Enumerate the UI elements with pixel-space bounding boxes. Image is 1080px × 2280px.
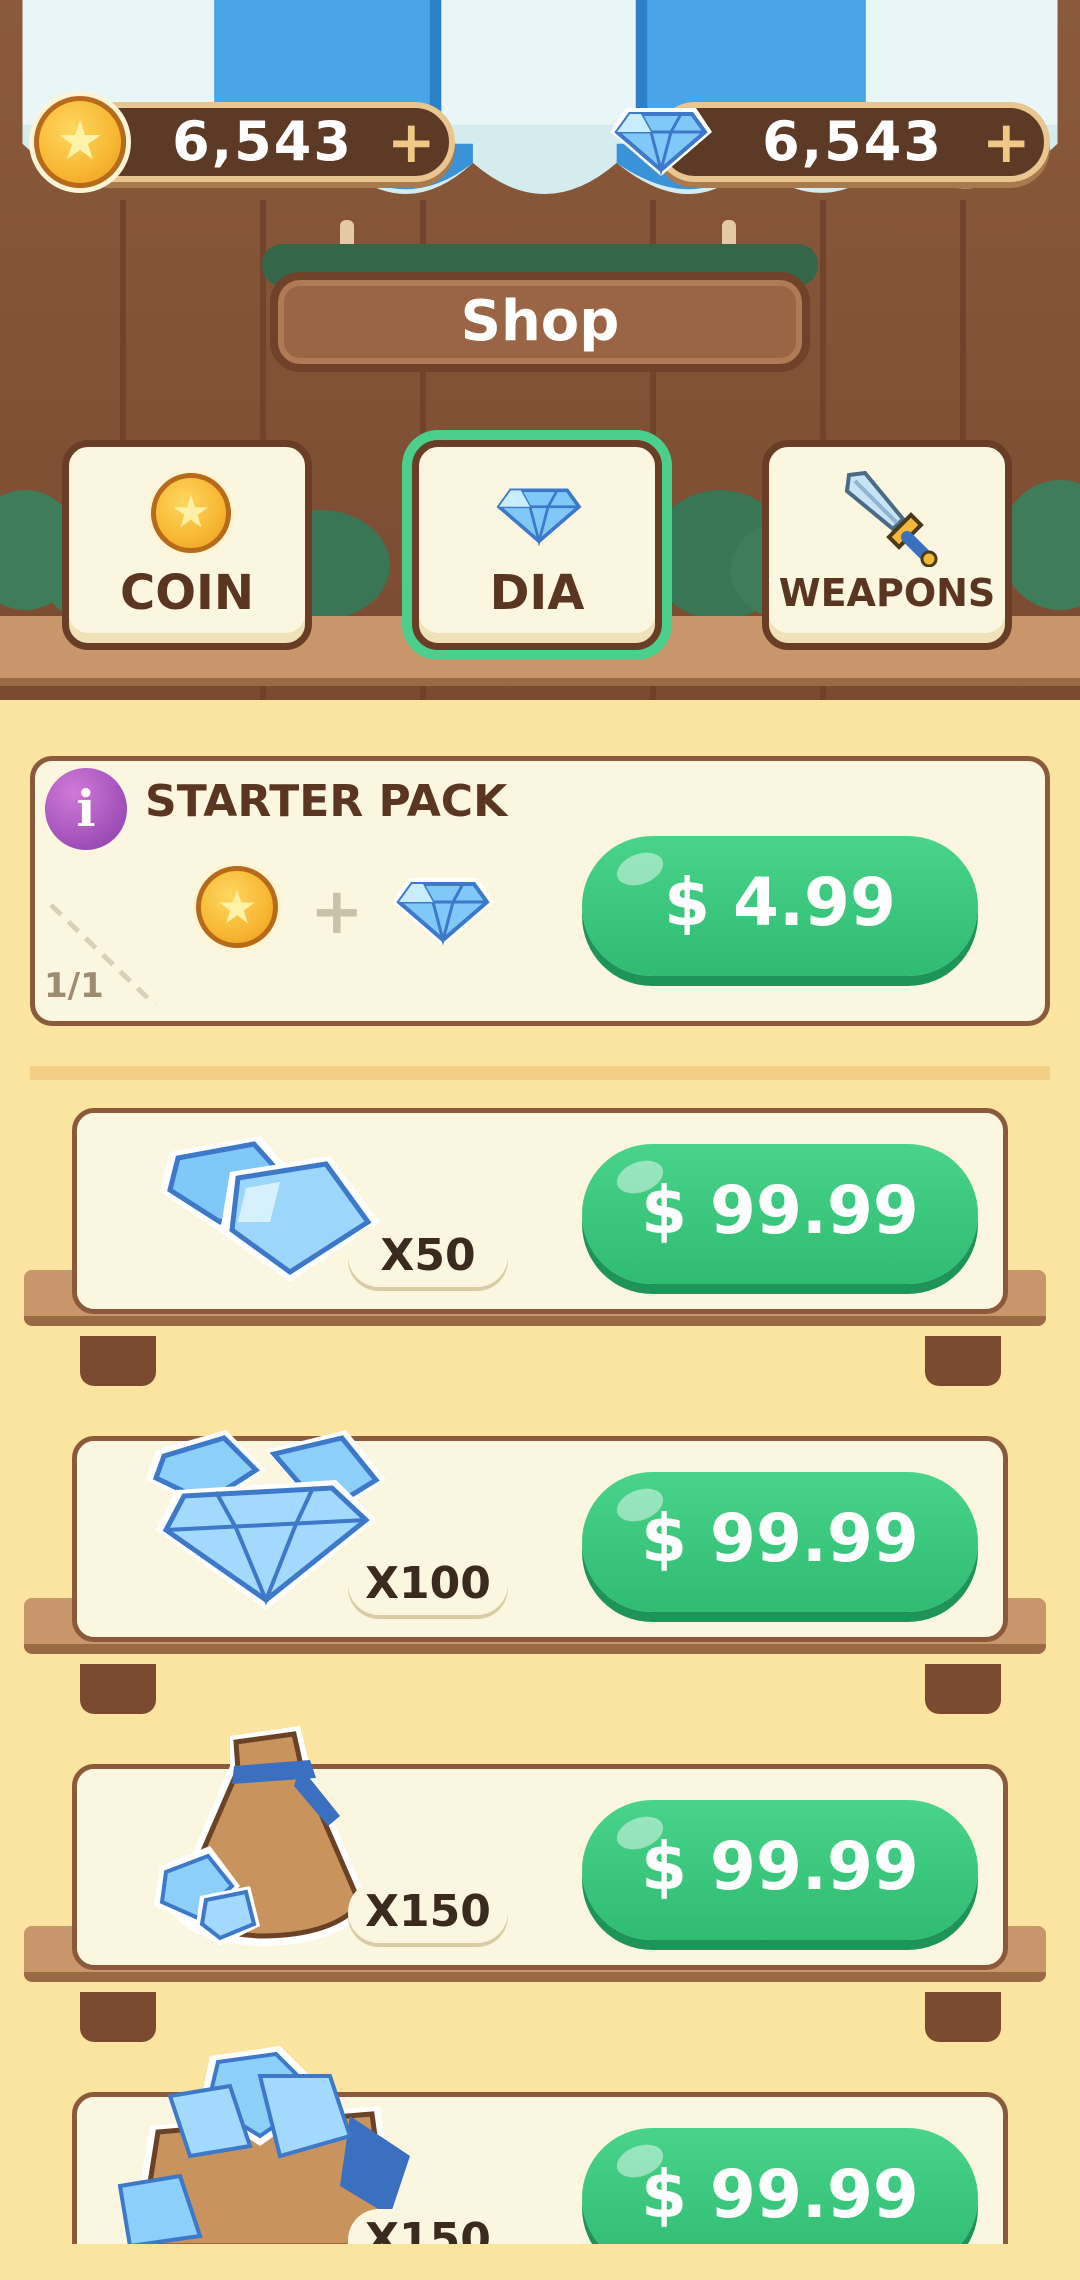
coin-icon: ★ <box>196 866 278 948</box>
diamond-icon <box>392 878 494 946</box>
add-diamonds-button[interactable]: + <box>982 113 1031 171</box>
tab-coin[interactable]: ★ COIN <box>62 440 312 650</box>
diamond-icon <box>496 488 582 547</box>
starter-pack-page-indicator: 1/1 <box>44 966 104 1006</box>
page-title: Shop <box>460 289 620 354</box>
sword-icon <box>844 470 938 567</box>
plus-sign: + <box>310 875 364 949</box>
starter-pack-title: STARTER PACK <box>145 776 508 827</box>
tab-weapons-label: WEAPONS <box>778 571 996 615</box>
starter-pack-buy-button[interactable]: $ 4.99 <box>582 836 978 976</box>
shop-title-sign: Shop <box>270 272 810 372</box>
product-buy-button[interactable]: $ 99.99 <box>582 1472 978 1612</box>
diamond-icon <box>610 108 712 176</box>
coin-balance-bar[interactable]: 6,543 + <box>70 102 455 182</box>
tab-weapons[interactable]: WEAPONS <box>762 440 1012 650</box>
bottom-fade <box>0 2244 1080 2280</box>
info-icon[interactable]: i <box>45 768 127 850</box>
product-buy-button[interactable]: $ 99.99 <box>582 1144 978 1284</box>
product-quantity-badge: X100 <box>348 1553 508 1615</box>
tab-dia[interactable]: DIA <box>412 440 662 650</box>
add-coins-button[interactable]: + <box>387 113 436 171</box>
tab-dia-label: DIA <box>489 565 585 621</box>
product-quantity-badge: X150 <box>348 1881 508 1943</box>
product-quantity-badge: X50 <box>348 1225 508 1287</box>
product-buy-button[interactable]: $ 99.99 <box>582 1800 978 1940</box>
coin-icon: ★ <box>151 473 231 553</box>
coin-icon: ★ <box>34 96 126 188</box>
tab-coin-label: COIN <box>119 565 255 621</box>
